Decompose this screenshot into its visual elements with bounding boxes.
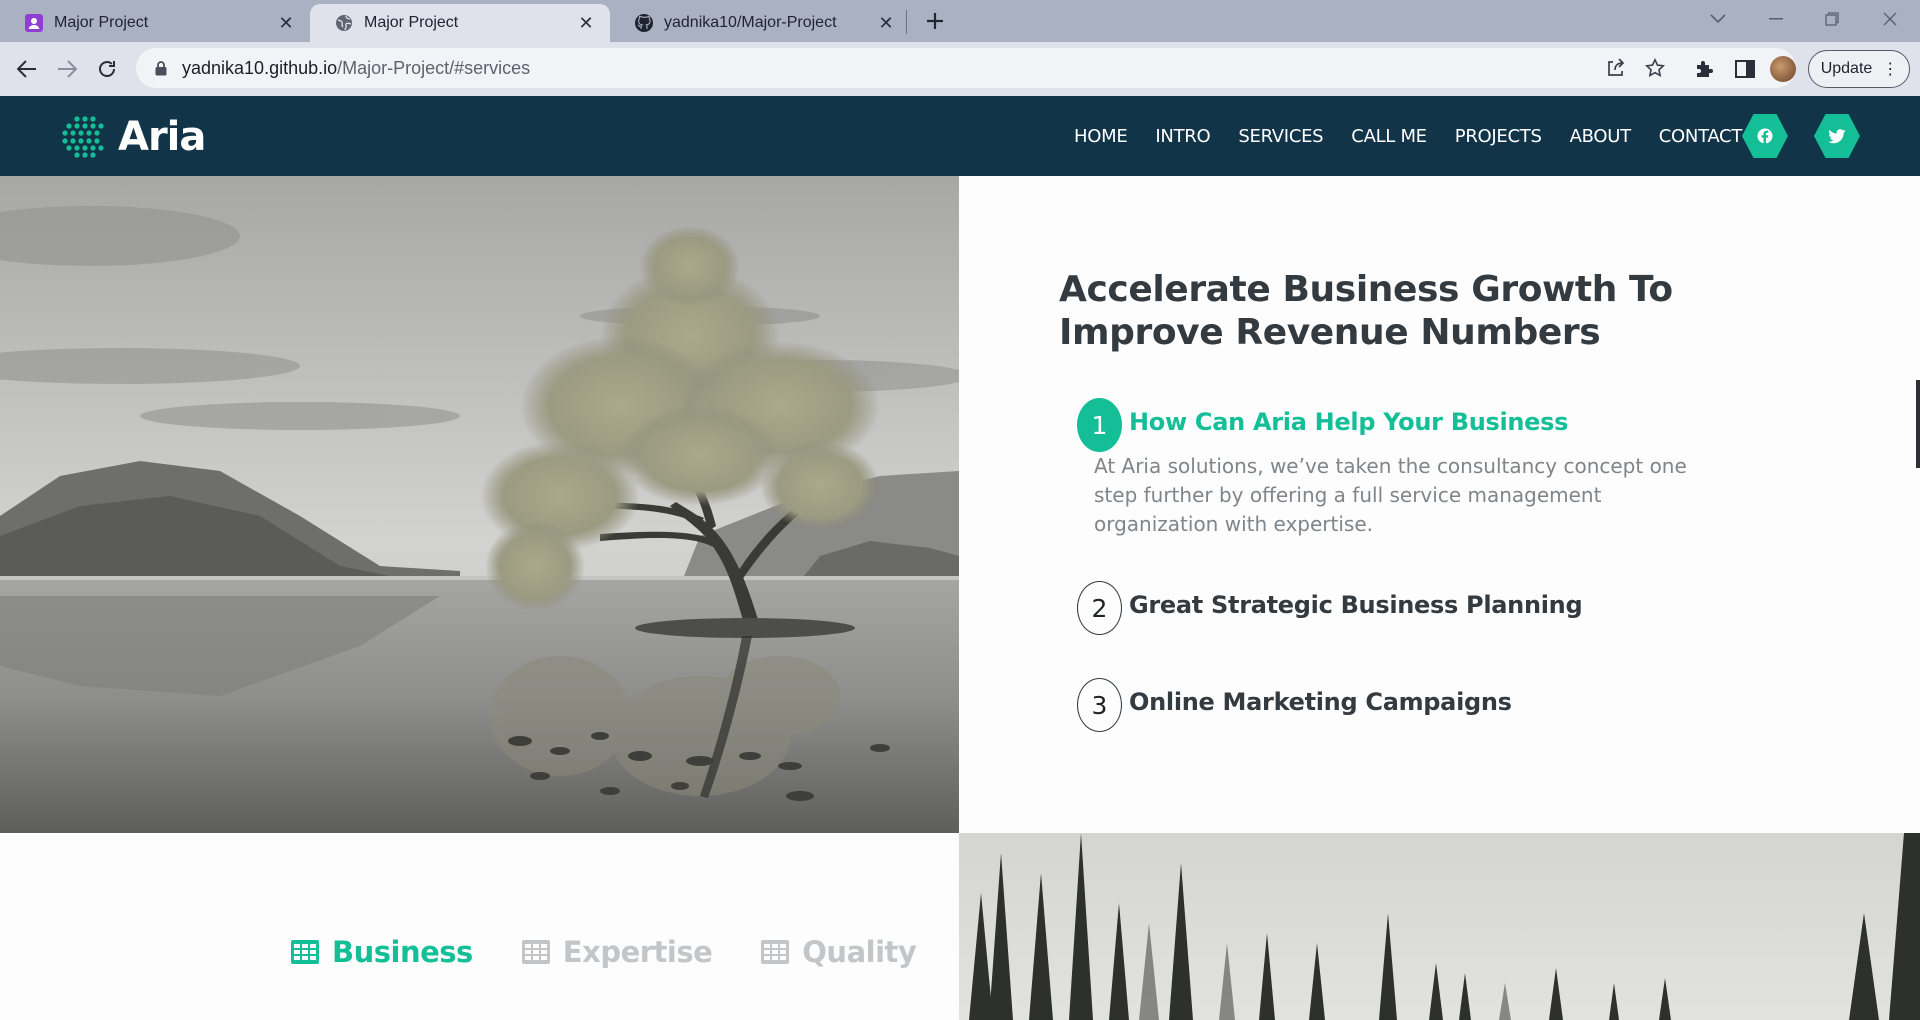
reload-button[interactable] — [90, 52, 124, 86]
globe-icon — [334, 13, 354, 33]
brand-logo[interactable]: Aria — [60, 114, 206, 160]
table-icon — [291, 940, 319, 964]
forest-image — [959, 833, 1920, 1020]
tab-title: yadnika10/Major-Project — [664, 14, 837, 31]
browser-tab-strip: Major Project ✕ Major Project ✕ yadnika1… — [0, 0, 1920, 42]
close-window-button[interactable] — [1870, 4, 1910, 34]
accordion-heading[interactable]: How Can Aria Help Your Business — [1129, 408, 1568, 436]
nav-intro[interactable]: INTRO — [1155, 126, 1210, 147]
facebook-icon — [1757, 128, 1773, 144]
tab-quality[interactable]: Quality — [760, 935, 917, 969]
star-icon[interactable] — [1644, 57, 1666, 79]
aria-logo-icon — [62, 116, 104, 158]
page-scrollbar-thumb[interactable] — [1916, 380, 1920, 468]
restore-button[interactable] — [1812, 4, 1852, 34]
browser-tab-3[interactable]: yadnika10/Major-Project ✕ — [610, 4, 910, 42]
close-icon[interactable]: ✕ — [876, 13, 896, 33]
forward-button[interactable] — [50, 52, 84, 86]
step-number-badge: 2 — [1077, 581, 1122, 635]
browser-tab-1[interactable]: Major Project ✕ — [0, 4, 310, 42]
url-path: /Major-Project/#services — [337, 57, 531, 78]
site-header: Aria HOME INTRO SERVICES CALL ME PROJECT… — [0, 96, 1920, 176]
github-icon — [634, 13, 654, 33]
main-nav: HOME INTRO SERVICES CALL ME PROJECTS ABO… — [1046, 96, 1742, 176]
close-icon — [1883, 12, 1897, 26]
tab-label: Business — [332, 935, 473, 969]
browser-tab-2[interactable]: Major Project ✕ — [310, 4, 610, 42]
restore-icon — [1825, 12, 1839, 26]
minimize-icon — [1769, 18, 1783, 20]
url-host: yadnika10.github.io — [182, 57, 338, 78]
chevron-down-icon — [1710, 14, 1726, 24]
lock-icon[interactable] — [152, 59, 170, 77]
profile-icon — [24, 13, 44, 33]
hero-lake-tree-image — [0, 176, 959, 833]
tab-business[interactable]: Business — [290, 935, 473, 969]
close-icon[interactable]: ✕ — [276, 13, 296, 33]
table-icon — [761, 940, 790, 964]
tab-expertise[interactable]: Expertise — [521, 935, 713, 969]
step-number-badge: 3 — [1077, 678, 1122, 732]
nav-call-me[interactable]: CALL ME — [1351, 126, 1427, 147]
back-button[interactable] — [10, 52, 44, 86]
tab-title: Major Project — [364, 14, 459, 31]
more-vertical-icon: ⋮ — [1882, 61, 1898, 78]
nav-contact[interactable]: CONTACT — [1659, 126, 1743, 147]
brand-name: Aria — [118, 114, 206, 160]
twitter-button[interactable] — [1814, 114, 1860, 158]
reload-icon — [99, 61, 115, 77]
tab-title: Major Project — [54, 14, 149, 31]
minimize-button[interactable] — [1756, 4, 1796, 34]
accordion-heading[interactable]: Great Strategic Business Planning — [1129, 591, 1583, 619]
tab-separator — [906, 10, 907, 34]
step-number-badge: 1 — [1077, 398, 1122, 452]
twitter-icon — [1828, 128, 1846, 143]
accordion-body-text: At Aria solutions, we’ve taken the consu… — [1094, 454, 1687, 536]
accordion-heading[interactable]: Online Marketing Campaigns — [1129, 688, 1512, 716]
nav-about[interactable]: ABOUT — [1570, 126, 1631, 147]
side-panel-icon[interactable] — [1732, 56, 1758, 82]
arrow-left-icon — [17, 60, 36, 78]
browser-toolbar: yadnika10.github.io/Major-Project/#servi… — [0, 42, 1920, 96]
nav-services[interactable]: SERVICES — [1238, 126, 1323, 147]
nav-home[interactable]: HOME — [1074, 126, 1128, 147]
share-icon[interactable] — [1604, 57, 1626, 79]
address-bar[interactable]: yadnika10.github.io/Major-Project/#servi… — [136, 48, 1796, 88]
feature-tabs: Business Expertise Quality — [290, 935, 964, 969]
tab-label: Expertise — [562, 935, 713, 969]
tabs-section: Business Expertise Quality — [0, 833, 959, 1020]
table-icon — [521, 940, 550, 964]
facebook-button[interactable] — [1742, 114, 1788, 158]
update-button[interactable]: Update ⋮ — [1808, 50, 1910, 88]
plus-icon — [927, 13, 943, 29]
update-label: Update — [1820, 60, 1873, 77]
close-icon[interactable]: ✕ — [576, 13, 596, 33]
services-heading: Accelerate Business Growth To Improve Re… — [1059, 269, 1673, 353]
new-tab-button[interactable] — [920, 6, 950, 36]
arrow-right-icon — [58, 60, 77, 78]
puzzle-icon[interactable] — [1692, 56, 1718, 82]
tab-label: Quality — [802, 935, 917, 969]
nav-projects[interactable]: PROJECTS — [1455, 126, 1542, 147]
profile-avatar[interactable] — [1770, 56, 1796, 82]
tab-search-button[interactable] — [1698, 4, 1738, 34]
